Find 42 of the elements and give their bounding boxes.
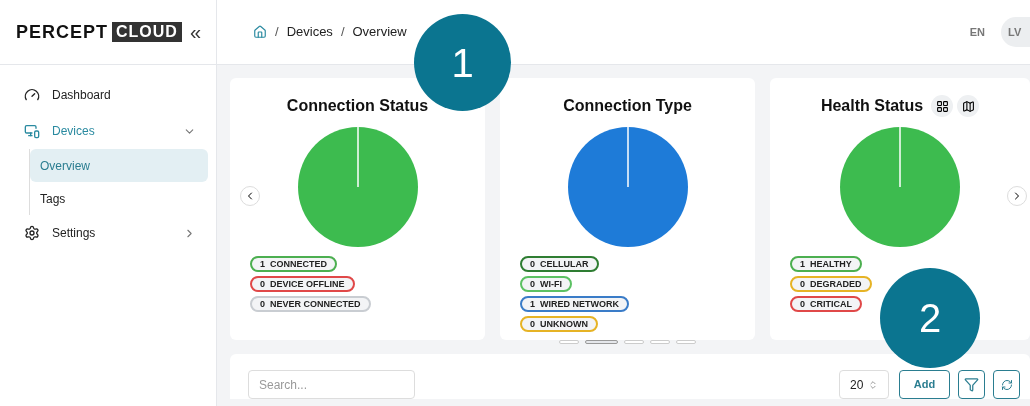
settings-icon (24, 225, 40, 241)
up-down-icon (868, 379, 878, 390)
grid-view-button[interactable] (931, 95, 954, 117)
card-title: Health Status (820, 96, 924, 116)
legend-chip: 0 CELLULAR (520, 256, 599, 272)
sidebar-item[interactable]: Dashboard (0, 77, 208, 113)
legend-chip: 0 DEVICE OFFLINE (250, 276, 355, 292)
map-view-button[interactable] (957, 95, 980, 117)
breadcrumb-separator: / (340, 23, 345, 42)
sidebar-subitem[interactable]: Tags (30, 182, 208, 215)
legend-chip: 0 WI-FI (520, 276, 573, 292)
logo-text: PERCEPT (16, 20, 109, 44)
gauge-icon (24, 87, 40, 103)
collapse-button[interactable]: « (189, 22, 202, 42)
filter-icon (964, 377, 979, 392)
legend-chip: 0 UNKNOWN (520, 316, 599, 332)
sidebar-subitem[interactable]: Overview (30, 149, 208, 182)
sidebar-item[interactable]: Settings (0, 215, 208, 251)
home-icon[interactable] (253, 25, 267, 39)
map-icon (961, 99, 975, 113)
legend-chip: 1 WIRED NETWORK (520, 296, 630, 312)
page-size-select[interactable]: 20 (839, 370, 889, 399)
breadcrumb-separator: / (275, 23, 279, 42)
legend-chip: 1 CONNECTED (250, 256, 338, 272)
refresh-button[interactable] (993, 370, 1020, 399)
card-title: Connection Type (563, 96, 692, 116)
search-field[interactable]: Search... (248, 370, 415, 399)
user-avatar[interactable]: LV (1001, 17, 1030, 47)
legend-chip: 1 HEALTHY (790, 256, 862, 272)
legend-chip: 0 NEVER CONNECTED (250, 296, 371, 312)
breadcrumb-link[interactable]: Overview (352, 22, 407, 42)
breadcrumb-link[interactable]: Devices (286, 22, 333, 42)
sidebar-item[interactable]: Devices (0, 113, 208, 149)
filter-button[interactable] (958, 370, 985, 399)
language-button[interactable]: EN (969, 23, 985, 41)
refresh-icon (1000, 378, 1013, 391)
add-button[interactable]: Add (899, 370, 950, 399)
devices-icon (24, 123, 40, 139)
logo-badge: CLOUD (112, 22, 182, 42)
legend-chip: 0 DEGRADED (790, 276, 872, 292)
legend-chip: 0 CRITICAL (790, 296, 863, 312)
grid-icon (935, 99, 949, 113)
